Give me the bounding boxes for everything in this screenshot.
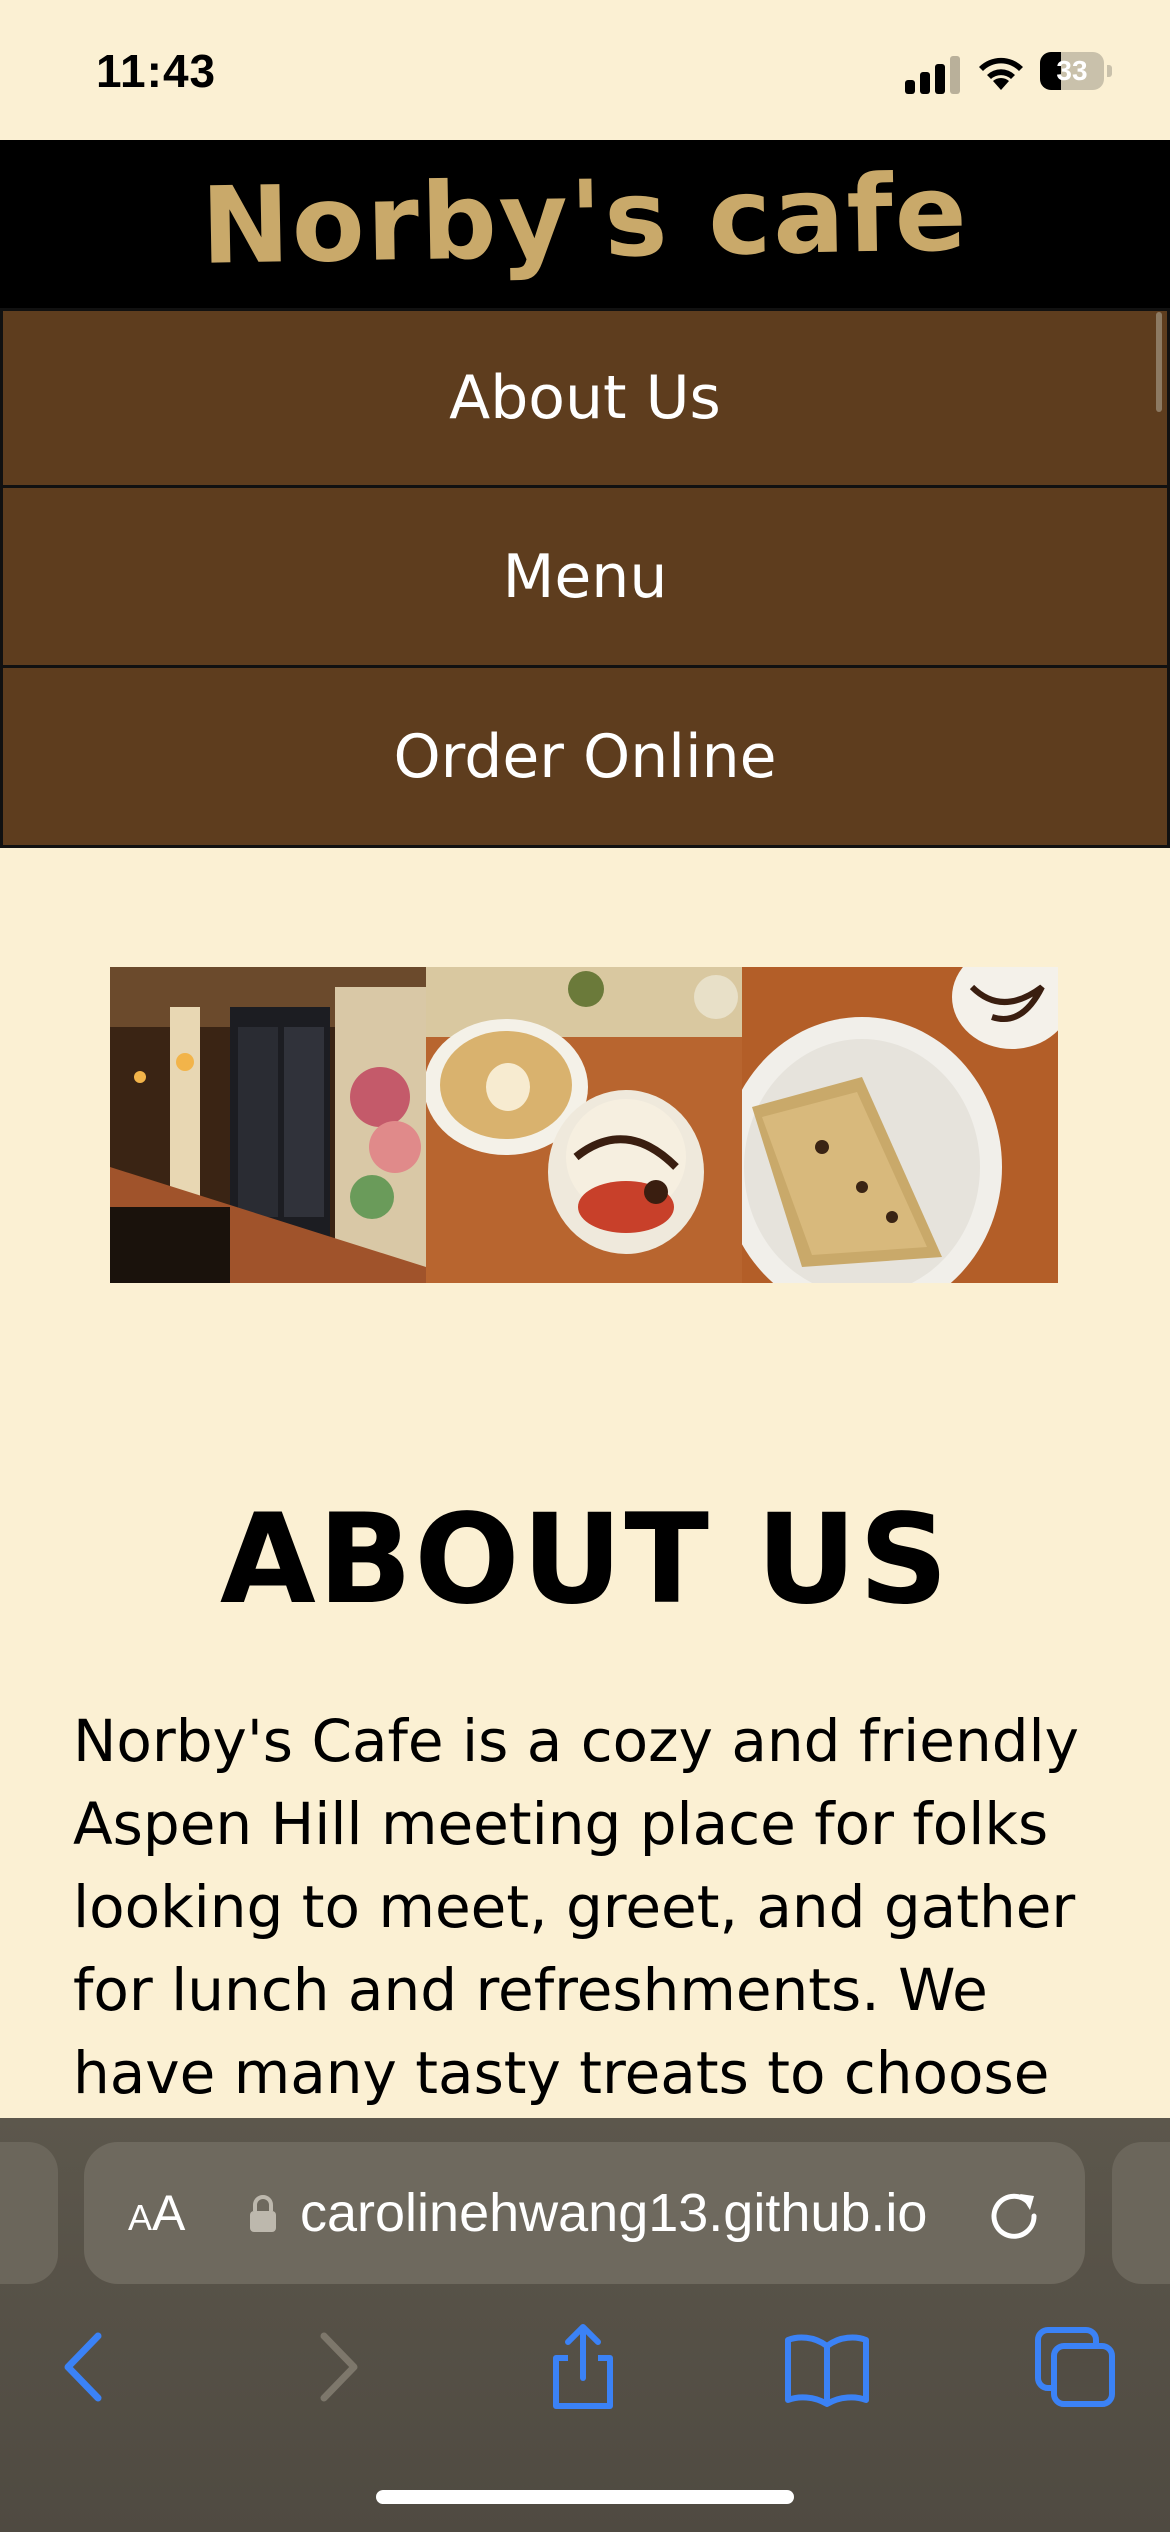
about-heading: ABOUT US [219, 1488, 951, 1632]
cafe-interior-photo [110, 967, 426, 1283]
cellular-signal-icon [905, 54, 961, 94]
battery-icon: 33 [1040, 52, 1112, 90]
about-paragraph: Norby's Cafe is a cozy and friendly Aspe… [73, 1707, 1079, 2107]
status-time: 11:43 [96, 45, 217, 97]
nav-order-online[interactable]: Order Online [0, 668, 1170, 848]
share-icon[interactable] [538, 2322, 628, 2412]
back-icon[interactable] [40, 2322, 130, 2412]
address-bar[interactable]: AA carolinehwang13.github.io [84, 2142, 1085, 2284]
site-logo[interactable]: Norby's cafe [200, 151, 970, 287]
nav-menu[interactable]: Menu [0, 488, 1170, 668]
reader-settings-button[interactable]: AA [128, 2184, 185, 2242]
wifi-icon [979, 57, 1023, 90]
latte-and-dessert-photo [426, 967, 742, 1283]
tabs-icon[interactable] [1030, 2322, 1120, 2412]
main-nav: About Us Menu Order Online [0, 308, 1170, 848]
scone-photo [742, 967, 1058, 1283]
nav-about-us[interactable]: About Us [0, 308, 1170, 488]
home-indicator[interactable] [376, 2490, 794, 2504]
site-header: Norby's cafe [0, 140, 1170, 308]
url-text[interactable]: carolinehwang13.github.io [300, 2182, 927, 2244]
forward-icon[interactable] [292, 2322, 382, 2412]
scrollbar[interactable] [1156, 312, 1162, 412]
bookmarks-icon[interactable] [782, 2322, 872, 2412]
previous-tab-preview[interactable] [0, 2142, 58, 2284]
reload-icon[interactable] [984, 2184, 1044, 2244]
hero-image-strip [110, 967, 1059, 1283]
browser-toolbar: AA carolinehwang13.github.io [0, 2118, 1170, 2532]
next-tab-preview[interactable] [1112, 2142, 1170, 2284]
battery-level: 33 [1056, 55, 1088, 86]
lock-icon [250, 2195, 276, 2232]
status-bar: 11:43 33 [0, 0, 1170, 140]
